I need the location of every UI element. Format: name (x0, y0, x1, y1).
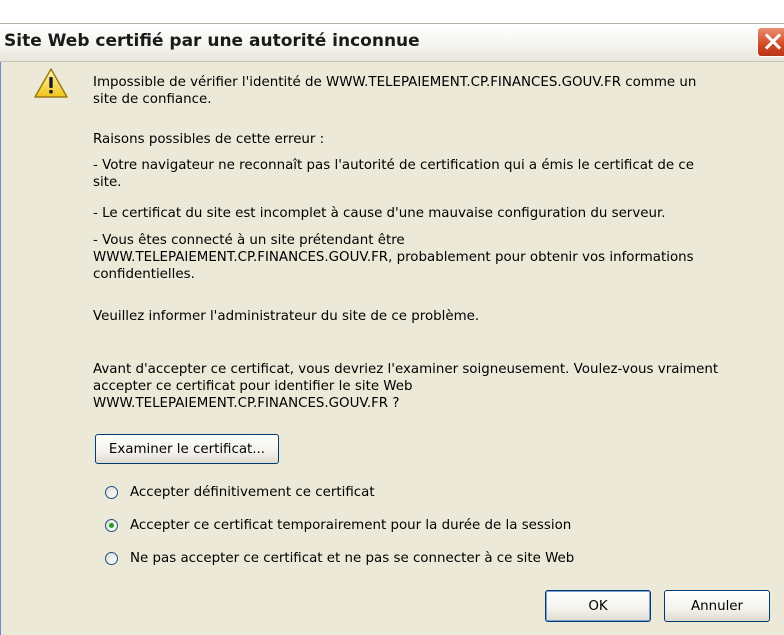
certificate-dialog (0, 23, 784, 635)
option-label: Ne pas accepter ce certificat et ne pas … (130, 550, 575, 566)
option-label: Accepter définitivement ce certificat (130, 484, 375, 500)
close-icon[interactable] (757, 27, 784, 57)
ok-button[interactable]: OK (545, 590, 651, 622)
cancel-button[interactable]: Annuler (664, 590, 770, 622)
radio-reject[interactable] (105, 551, 118, 565)
option-reject[interactable]: Ne pas accepter ce certificat et ne pas … (105, 548, 574, 568)
option-accept-permanently[interactable]: Accepter définitivement ce certificat (105, 482, 375, 502)
reason-impostor-site: - Vous êtes connecté à un site prétendan… (93, 233, 694, 282)
radio-accept-permanently[interactable] (105, 485, 118, 499)
examine-certificate-button[interactable]: Examiner le certificat... (95, 434, 279, 464)
option-label: Accepter ce certificat temporairement po… (130, 517, 572, 533)
title-bar: Site Web certifié par une autorité incon… (0, 23, 784, 62)
warning-icon (34, 68, 68, 98)
radio-accept-session[interactable] (105, 518, 118, 532)
dialog-message: Impossible de vérifier l'identité de WWW… (93, 75, 697, 107)
option-accept-session[interactable]: Accepter ce certificat temporairement po… (105, 515, 571, 535)
accept-question: Avant d'accepter ce certificat, vous dev… (93, 362, 719, 411)
reason-incomplete-certificate: - Le certificat du site est incomplet à … (93, 206, 666, 221)
inform-admin-text: Veuillez informer l'administrateur du si… (93, 309, 480, 324)
dialog-title: Site Web certifié par une autorité incon… (4, 31, 420, 51)
reasons-heading: Raisons possibles de cette erreur : (93, 132, 325, 147)
reason-unknown-authority: - Votre navigateur ne reconnaît pas l'au… (93, 158, 695, 190)
